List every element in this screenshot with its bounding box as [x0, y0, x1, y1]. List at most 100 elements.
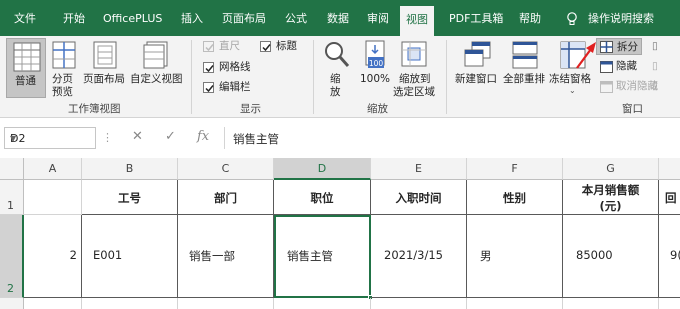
zoom-to-selection-button[interactable]: 缩放到 [399, 73, 431, 86]
worksheet-grid: A B C D E F G 1 工号 部门 职位 入职时间 性别 本月销售额 (… [0, 151, 680, 309]
tab-officeplus[interactable]: OfficePLUS [103, 0, 162, 36]
cell-f2[interactable]: 男 [467, 215, 563, 298]
reset-window-position-icon[interactable]: ▯ [652, 80, 658, 93]
cell-e3[interactable] [371, 298, 467, 309]
tab-home[interactable]: 开始 [63, 0, 85, 36]
cell-b1[interactable]: 工号 [82, 180, 178, 215]
zoom-button[interactable]: 缩 [330, 73, 341, 86]
formula-bar-grip-icon[interactable]: ⋮ [102, 131, 113, 144]
cell-h2[interactable]: 9( [659, 215, 680, 298]
cell-a2[interactable]: 2 [24, 215, 82, 298]
chevron-down-icon[interactable]: ▼ [10, 134, 90, 143]
hide-window-button[interactable]: 隐藏 [616, 60, 637, 73]
ruler-checkbox[interactable] [203, 41, 214, 52]
column-header-b[interactable]: B [82, 158, 178, 180]
column-header-c[interactable]: C [178, 158, 274, 180]
tab-help[interactable]: 帮助 [519, 0, 541, 36]
cell-e2[interactable]: 2021/3/15 [371, 215, 467, 298]
cell-f1[interactable]: 性别 [467, 180, 563, 215]
tab-view[interactable]: 视图 [400, 6, 434, 36]
cell-d1[interactable]: 职位 [274, 180, 371, 215]
cell-h2-text: 9( [670, 248, 680, 262]
split-button[interactable]: 拆分 [596, 38, 642, 55]
cell-g1[interactable]: 本月销售额 (元) [563, 180, 659, 215]
row-header-1[interactable]: 1 [0, 180, 24, 215]
zoom-label-2: 放 [330, 86, 341, 98]
formula-bar-label: 编辑栏 [219, 81, 251, 93]
unhide-window-icon [600, 81, 613, 93]
new-window-button[interactable]: 新建窗口 [455, 73, 497, 86]
cell-c3[interactable] [178, 298, 274, 309]
tab-review[interactable]: 审阅 [367, 0, 389, 36]
split-label: 拆分 [617, 41, 638, 53]
tab-insert[interactable]: 插入 [181, 0, 203, 36]
column-header-g[interactable]: G [563, 158, 659, 180]
formula-bar-checkbox[interactable] [203, 82, 214, 93]
tab-file[interactable]: 文件 [14, 0, 36, 36]
column-header-d[interactable]: D [274, 158, 371, 180]
cell-d1-text: 职位 [310, 191, 334, 205]
show-group-label: 显示 [240, 103, 261, 115]
formula-input-value: 销售主管 [233, 132, 279, 146]
column-header-a[interactable]: A [24, 158, 82, 180]
name-box[interactable]: D2 ▼ [4, 127, 96, 149]
arrange-all-icon [512, 41, 538, 69]
cell-h1[interactable]: 回 [659, 180, 680, 215]
gridlines-checkbox[interactable] [203, 62, 214, 73]
new-window-icon [464, 41, 491, 67]
workbook-views-group-label: 工作簿视图 [68, 103, 121, 115]
cell-b2[interactable]: E001 [82, 215, 178, 298]
enter-icon[interactable]: ✓ [165, 129, 176, 144]
ribbon-tab-bar: 文件 开始 OfficePLUS 插入 页面布局 公式 数据 审阅 视图 PDF… [0, 0, 680, 36]
tab-pdf-toolbox[interactable]: PDF工具箱 [449, 0, 503, 36]
tab-data[interactable]: 数据 [327, 0, 349, 36]
cell-g2[interactable]: 85000 [563, 215, 659, 298]
tab-page-layout[interactable]: 页面布局 [222, 0, 266, 36]
insert-function-icon[interactable]: fx [197, 129, 209, 144]
cell-a3[interactable] [24, 298, 82, 309]
freeze-panes-dropdown-icon[interactable]: ⌄ [569, 84, 576, 97]
page-break-preview-icon [52, 41, 76, 69]
arrange-all-button[interactable]: 全部重排 [503, 73, 545, 86]
cell-b3[interactable] [82, 298, 178, 309]
zoom-100-button[interactable]: 100% [360, 73, 390, 86]
cell-g1-text-2: (元) [599, 199, 622, 213]
hide-window-icon [600, 61, 613, 73]
gridlines-label: 网格线 [219, 61, 251, 73]
cell-d3[interactable] [274, 298, 371, 309]
column-header-e[interactable]: E [371, 158, 467, 180]
cell-c2[interactable]: 销售一部 [178, 215, 274, 298]
column-header-f[interactable]: F [467, 158, 563, 180]
cell-f1-text: 性别 [503, 191, 526, 205]
select-all-button[interactable] [0, 158, 24, 180]
cell-d2[interactable]: 销售主管 [274, 215, 373, 300]
cell-f3[interactable] [467, 298, 563, 309]
zoom-100-icon: 100 [365, 40, 385, 68]
custom-views-icon [143, 41, 168, 69]
row-header-3[interactable] [0, 298, 24, 309]
column-header-h[interactable] [659, 158, 680, 180]
cell-a1[interactable] [24, 180, 82, 215]
synchronous-scrolling-icon[interactable]: ▯ [652, 60, 658, 73]
cell-g1-text-1: 本月销售额 [581, 183, 640, 197]
page-break-preview-button[interactable]: 分页 [52, 73, 73, 86]
tab-formulas[interactable]: 公式 [285, 0, 307, 36]
page-layout-button[interactable]: 页面布局 [83, 73, 125, 86]
cell-c1[interactable]: 部门 [178, 180, 274, 215]
cell-g2-text: 85000 [576, 248, 613, 262]
group-separator [446, 40, 447, 114]
normal-view-button[interactable]: 普通 [6, 38, 46, 98]
zoom-group-label: 缩放 [367, 103, 388, 115]
window-group-label: 窗口 [622, 103, 643, 115]
view-side-by-side-icon[interactable]: ▯ [652, 40, 658, 53]
cell-g3[interactable] [563, 298, 659, 309]
cell-e1[interactable]: 入职时间 [371, 180, 467, 215]
headings-label: 标题 [276, 40, 297, 52]
row-header-2[interactable]: 2 [0, 215, 24, 298]
normal-view-label: 普通 [15, 75, 36, 87]
formula-input[interactable]: 销售主管 [224, 127, 680, 149]
headings-checkbox[interactable] [260, 41, 271, 52]
tell-me-search[interactable]: 操作说明搜索 [588, 0, 654, 36]
cancel-icon[interactable]: ✕ [132, 129, 143, 144]
custom-views-button[interactable]: 自定义视图 [130, 73, 183, 86]
